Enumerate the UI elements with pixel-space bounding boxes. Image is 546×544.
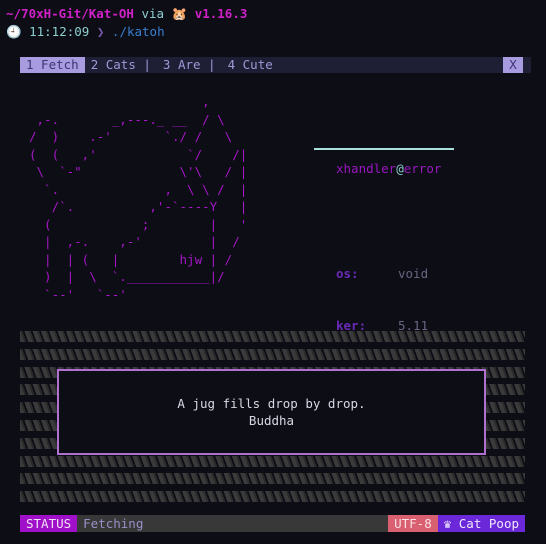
pattern-row (20, 491, 525, 503)
hostname: error (403, 161, 442, 176)
divider (314, 148, 454, 150)
pattern-row (20, 473, 525, 485)
prompt-line: ~/70xH-Git/Kat-OH via 🐹 v1.16.3 (6, 6, 247, 22)
encoding-badge: UTF-8 (388, 515, 438, 532)
tab-cute[interactable]: 4 Cute (222, 57, 279, 73)
quote-text: A jug fills drop by drop. (177, 396, 366, 411)
close-button[interactable]: X (503, 57, 523, 73)
brand-badge: ♛ Cat Poop (437, 515, 525, 532)
version: v1.16.3 (194, 6, 248, 21)
command-line: 🕘 11:12:09 ❯ ./katoh (6, 24, 165, 40)
cwd-path: ~/70xH-Git/Kat-OH (6, 6, 134, 21)
tab-fetch[interactable]: 1 Fetch (20, 57, 85, 73)
tab-cats[interactable]: 2 Cats | (85, 57, 157, 73)
tab-are[interactable]: 3 Are | (157, 57, 222, 73)
cat-ascii-art: , ,-. _,---._ __ / \ / ) .-' `./ / \ ( (… (29, 94, 248, 302)
tab-bar: 1 Fetch 2 Cats | 3 Are | 4 Cute X (20, 57, 531, 73)
pattern-row (20, 455, 525, 467)
hamster-icon: 🐹 (171, 6, 188, 21)
mode-badge: STATUS (20, 515, 78, 532)
status-bar: STATUS Fetching UTF-8 ♛ Cat Poop (20, 515, 525, 532)
command: ./katoh (111, 24, 165, 39)
quote-author: Buddha (248, 413, 295, 428)
status-message: Fetching (83, 516, 144, 531)
info-row-os: os: void (336, 265, 441, 283)
prompt-arrow-icon: ❯ (96, 24, 105, 39)
pattern-row (20, 331, 525, 342)
quote-box: A jug fills drop by drop. Buddha (57, 369, 486, 455)
info-key: os: (336, 265, 359, 281)
info-value: void (398, 265, 429, 281)
pattern-row (20, 348, 525, 360)
clock-icon: 🕘 (6, 24, 22, 39)
via-text: via (141, 6, 165, 21)
at-sign: @ (396, 161, 404, 176)
username: xhandler (336, 161, 397, 176)
time: 11:12:09 (29, 24, 90, 39)
